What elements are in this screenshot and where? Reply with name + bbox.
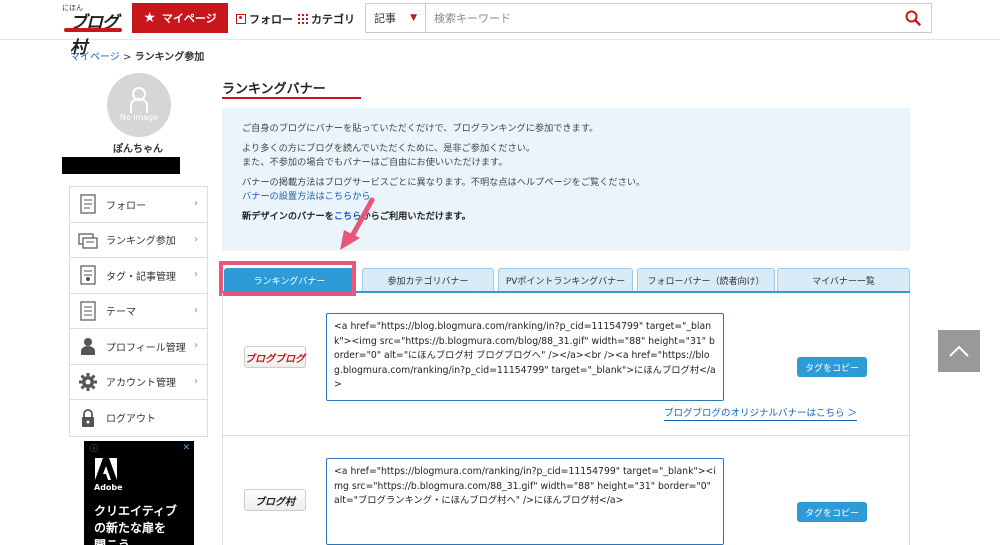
follow-list-icon [78,194,98,214]
caret-down-icon: ▼ [410,13,417,23]
sidebar-item-label: プロフィール管理 [106,342,186,354]
sidebar-item-follow[interactable]: フォロー › [70,187,207,223]
sidebar-item-tag-article[interactable]: タグ・記事管理 › [70,258,207,294]
breadcrumb-current: ランキング参加 [134,52,205,63]
nav-follow-label: フォロー [249,13,293,26]
banner-code-textarea[interactable]: <a href="https://blog.blogmura.com/ranki… [326,313,724,401]
chevron-right-icon: › [194,198,198,209]
chevron-up-icon [949,345,969,357]
nav-follow-link[interactable]: フォロー [236,11,293,27]
sidebar-item-profile[interactable]: プロフィール管理 › [70,329,207,365]
follow-icon [236,14,246,24]
advertisement[interactable]: ⓘ ✕ Adobe クリエイティブ の新たな扉を 開こう [84,441,194,545]
sidebar-item-label: フォロー [106,200,146,212]
page-title: ランキングバナー [222,82,326,97]
info-line: バナーの掲載方法はブログサービスごとに異なります。不明な点はヘルプページをご覧く… [242,177,646,188]
nav-category-link[interactable]: カテゴリ [298,11,355,27]
search-input[interactable] [426,4,895,32]
site-header: にほん ブログ村 ★ マイページ フォロー カテゴリ 記事 ▼ [0,0,1000,58]
theme-icon [78,301,98,321]
copy-tag-button[interactable]: タグをコピー [797,357,867,377]
banner-image-blogmura: ブログ村 [244,489,306,511]
tab-my-banner-list[interactable]: マイバナー一覧 [777,268,910,292]
site-logo[interactable]: にほん ブログ村 [62,3,126,58]
chevron-right-icon: › [194,304,198,316]
search-bar: 記事 ▼ [365,3,932,33]
search-button[interactable] [895,4,931,32]
chevron-right-icon: › [194,375,198,387]
info-line: ご自身のブログにバナーを貼っていただくだけで、ブログランキングに参加できます。 [242,123,599,134]
search-type-value: 記事 [374,12,396,25]
banner-text: ブログ村 [255,496,295,508]
sidebar-item-label: ログアウト [106,414,156,426]
new-design-text: 新デザインのバナーを [242,211,334,222]
lock-icon [78,408,98,428]
banner-text: ブログブログ [245,353,305,365]
side-menu: フォロー › ランキング参加 › タグ・記事管理 › テーマ › プロフィール管… [69,186,208,437]
star-icon: ★ [143,10,156,26]
sidebar-item-account[interactable]: アカウント管理 › [70,365,207,400]
breadcrumb-mypage-link[interactable]: マイページ [70,52,120,63]
annotation-arrow-icon [340,197,375,250]
adobe-logo-icon [95,458,117,480]
info-box: ご自身のブログにバナーを貼っていただくだけで、ブログランキングに参加できます。 … [222,108,910,251]
sidebar-item-logout[interactable]: ログアウト [70,400,207,436]
original-banner-link[interactable]: ブログブログのオリジナルバナーはこちら ＞ [664,405,858,421]
nav-category-label: カテゴリ [311,13,355,26]
chevron-right-icon: › [194,269,198,280]
breadcrumb-separator: > [123,52,132,63]
profile-icon [78,336,98,356]
username: ぽんちゃん [113,144,163,155]
tab-pv-point-banner[interactable]: PVポイントランキングバナー [498,268,633,292]
avatar-placeholder-text: No image [119,113,159,122]
banner-image-blogblog: ブログブログ [244,346,306,368]
search-type-select[interactable]: 記事 ▼ [366,4,426,32]
annotation-highlight-box [219,261,356,296]
scroll-to-top-button[interactable] [938,330,980,372]
info-line: また、不参加の場合でもバナーはご自由にお使いいただけます。 [242,157,508,168]
redacted-bar [62,157,180,174]
ranking-icon [78,230,98,250]
mypage-label: マイページ [161,12,217,25]
chevron-right-icon: › [194,233,198,245]
chevron-right-icon: › [194,340,198,351]
ad-info-icon[interactable]: ⓘ [90,443,98,454]
sidebar-item-ranking[interactable]: ランキング参加 › [70,223,207,258]
title-underline [222,97,361,99]
sidebar-item-label: タグ・記事管理 [106,271,176,283]
logo-swoosh [64,28,122,32]
copy-tag-button[interactable]: タグをコピー [797,502,867,522]
sidebar-item-label: ランキング参加 [106,236,176,248]
breadcrumb: マイページ > ランキング参加 [70,48,204,63]
search-icon [905,10,921,26]
gear-icon [78,372,98,392]
mypage-button[interactable]: ★ マイページ [132,3,228,33]
sidebar-item-label: テーマ [106,307,136,319]
close-icon[interactable]: ✕ [182,443,190,453]
person-icon [130,87,148,113]
sidebar-item-theme[interactable]: テーマ › [70,294,207,329]
row-divider [222,435,910,436]
sidebar-item-label: アカウント管理 [106,378,176,390]
banner-code-textarea[interactable]: <a href="https://blogmura.com/ranking/in… [326,458,724,545]
avatar: No image [107,73,171,137]
tab-category-banner[interactable]: 参加カテゴリバナー [362,268,494,292]
tag-article-icon [78,265,98,285]
grid-icon [298,14,308,24]
info-line: より多くの方にブログを読んでいただくために、是非ご参加ください。 [242,143,536,154]
ad-brand: Adobe [94,483,123,492]
ad-text: クリエイティブ の新たな扉を 開こう [94,504,178,545]
tab-follow-banner[interactable]: フォローバナー（読者向け） [637,268,775,292]
